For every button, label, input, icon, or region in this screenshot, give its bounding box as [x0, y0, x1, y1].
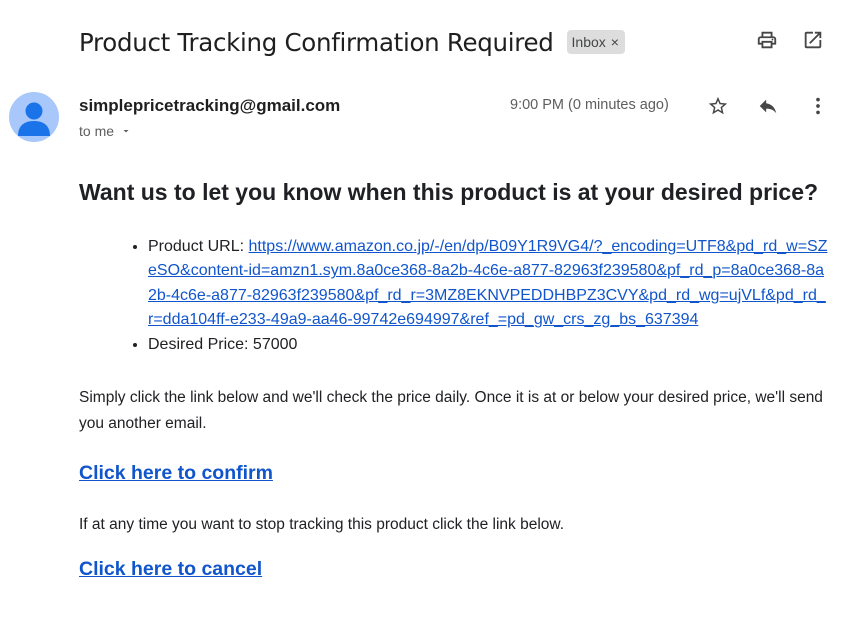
recipient-details-toggle[interactable]: to me [79, 123, 132, 139]
subject-row: Product Tracking Confirmation Required I… [79, 22, 825, 62]
remove-label-button[interactable]: × [611, 35, 619, 49]
subject-toolbar [755, 28, 825, 52]
confirm-link[interactable]: Click here to confirm [79, 462, 273, 485]
person-icon [18, 102, 50, 136]
product-url-item: Product URL: https://www.amazon.co.jp/-/… [148, 235, 829, 333]
open-in-new-icon[interactable] [801, 28, 825, 52]
body-heading: Want us to let you know when this produc… [79, 179, 819, 205]
message-time: 9:00 PM (0 minutes ago) [510, 97, 669, 113]
sender-avatar[interactable] [9, 92, 59, 142]
recipient-label: to me [79, 123, 115, 139]
instructions-text: Simply click the link below and we'll ch… [79, 389, 823, 433]
reply-icon[interactable] [756, 94, 780, 118]
stop-tracking-text: If at any time you want to stop tracking… [79, 516, 565, 534]
product-url-label: Product URL: [148, 238, 245, 255]
print-icon[interactable] [755, 28, 779, 52]
inbox-label-text: Inbox [571, 33, 606, 50]
inbox-label-badge[interactable]: Inbox × [566, 30, 625, 54]
sender-address[interactable]: simplepricetracking@gmail.com [79, 96, 340, 116]
product-url-link[interactable]: https://www.amazon.co.jp/-/en/dp/B09Y1R9… [148, 238, 828, 328]
star-icon[interactable] [706, 94, 730, 118]
message-body: Want us to let you know when this produc… [79, 174, 829, 581]
chevron-down-icon [123, 130, 129, 133]
cancel-link[interactable]: Click here to cancel [79, 558, 262, 581]
desired-price-item: Desired Price: 57000 [148, 333, 829, 357]
more-vert-icon[interactable] [806, 94, 830, 118]
message-actions [706, 94, 830, 118]
product-details-list: Product URL: https://www.amazon.co.jp/-/… [79, 235, 829, 357]
email-subject: Product Tracking Confirmation Required [79, 27, 554, 57]
